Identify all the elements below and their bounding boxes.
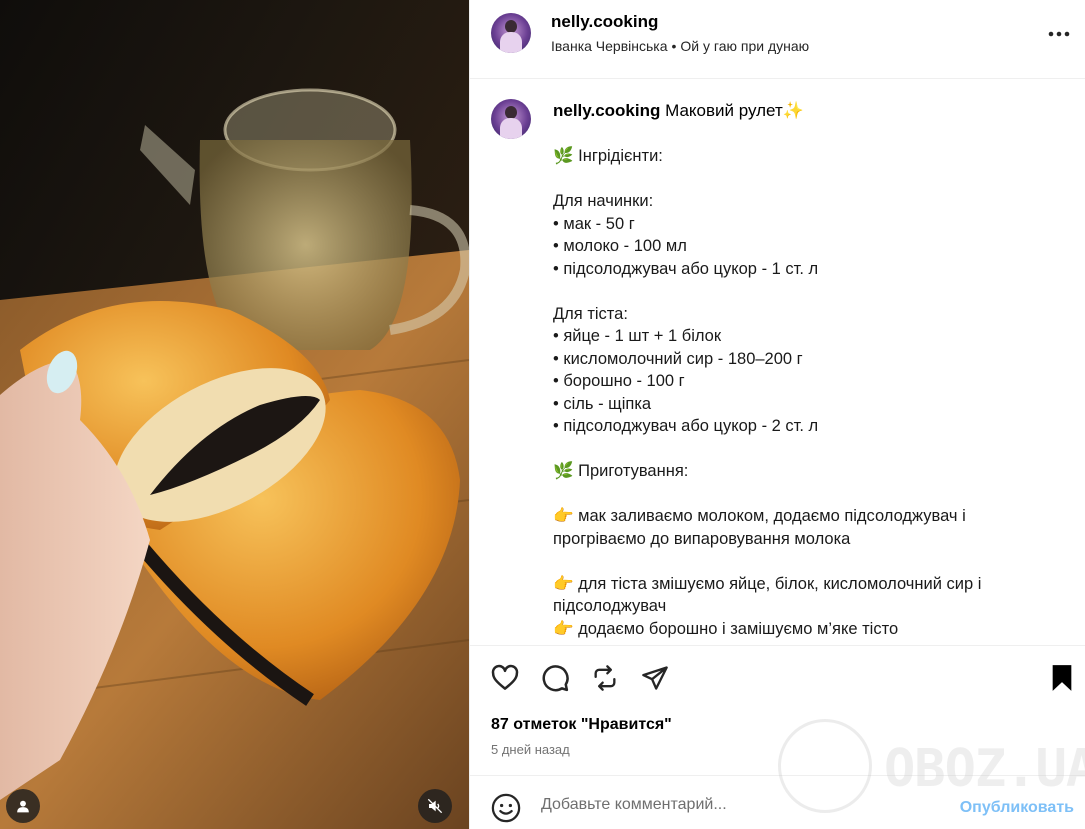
smile-icon[interactable] — [491, 793, 521, 823]
mute-toggle-button[interactable] — [418, 789, 452, 823]
heart-icon — [491, 664, 519, 690]
comment-button[interactable] — [539, 662, 571, 694]
send-icon — [642, 666, 668, 690]
caption-line: 👉 додаємо борошно і замішуємо м’яке тіст… — [553, 619, 899, 638]
caption-line: 👉 для тіста змішуємо яйце, білок, кислом… — [553, 574, 982, 616]
separator-dot: • — [671, 38, 677, 54]
post-header: nelly.cooking Іванка Червінська • Ой у гаю… — [470, 0, 1085, 79]
caption-line: • кисломолочний сир - 180–200 г — [553, 349, 803, 368]
post-timestamp[interactable]: 5 дней назад — [491, 742, 570, 757]
header-subline: Іванка Червінська • Ой у гаю при дунаю — [551, 38, 809, 54]
poppy-seed-roll-photo — [0, 0, 469, 829]
caption-line: Для тіста: — [553, 304, 628, 323]
caption-heading: nelly.cooking Маковий рулет✨ — [553, 101, 804, 121]
caption-avatar[interactable] — [491, 99, 531, 139]
share-button[interactable] — [639, 662, 671, 694]
user-icon — [17, 800, 29, 813]
caption-area: nelly.cooking Маковий рулет✨ 🌿 Інгрідієн… — [470, 79, 1085, 645]
audio-track[interactable]: Ой у гаю при дунаю — [680, 38, 809, 54]
tagged-users-button[interactable] — [6, 789, 40, 823]
comment-input[interactable] — [541, 796, 921, 814]
mute-icon — [427, 798, 443, 814]
caption-body: 🌿 Інгрідієнти: Для начинки: • мак - 50 г • … — [553, 145, 1033, 640]
comment-bar: Опубликовать — [470, 775, 1085, 829]
caption-line: • борошно - 100 г — [553, 372, 685, 390]
caption-line: • яйце - 1 шт + 1 білок — [553, 327, 722, 345]
caption-username[interactable]: nelly.cooking — [553, 101, 660, 120]
avatar[interactable] — [491, 13, 531, 53]
caption-line: • підсолоджувач або цукор - 1 ст. л — [553, 259, 819, 278]
author-name[interactable]: Іванка Червінська — [551, 38, 668, 54]
bookmark-icon — [1052, 665, 1072, 691]
caption-line: • мак - 50 г — [553, 214, 635, 233]
caption-line: 🌿 Приготування: — [553, 462, 689, 480]
likes-count[interactable]: 87 отметок "Нравится" — [491, 716, 672, 734]
comment-bubble-icon — [542, 665, 569, 692]
post-media[interactable] — [0, 0, 469, 829]
save-button[interactable] — [1046, 662, 1078, 694]
caption-line: 👉 мак заливаємо молоком, додаємо підсоло… — [553, 507, 966, 548]
caption-line: • молоко - 100 мл — [553, 237, 687, 255]
more-options-button[interactable] — [1046, 24, 1072, 44]
repost-button[interactable] — [589, 662, 621, 694]
more-horizontal-icon — [1048, 31, 1070, 37]
caption-line: Для начинки: — [553, 192, 654, 210]
caption-line: • підсолоджувач або цукор - 2 ст. л — [553, 417, 819, 435]
repost-icon — [594, 665, 616, 691]
header-username[interactable]: nelly.cooking — [551, 12, 658, 32]
action-bar: 87 отметок "Нравится" 5 дней назад — [470, 645, 1085, 775]
caption-line: 🌿 Інгрідієнти: — [553, 147, 663, 165]
post-details-panel: nelly.cooking Іванка Червінська • Ой у гаю… — [469, 0, 1085, 829]
like-button[interactable] — [489, 662, 521, 694]
caption-title: Маковий рулет✨ — [665, 101, 804, 120]
caption-line: • сіль - щіпка — [553, 394, 652, 413]
publish-comment-button[interactable]: Опубликовать — [960, 799, 1074, 817]
